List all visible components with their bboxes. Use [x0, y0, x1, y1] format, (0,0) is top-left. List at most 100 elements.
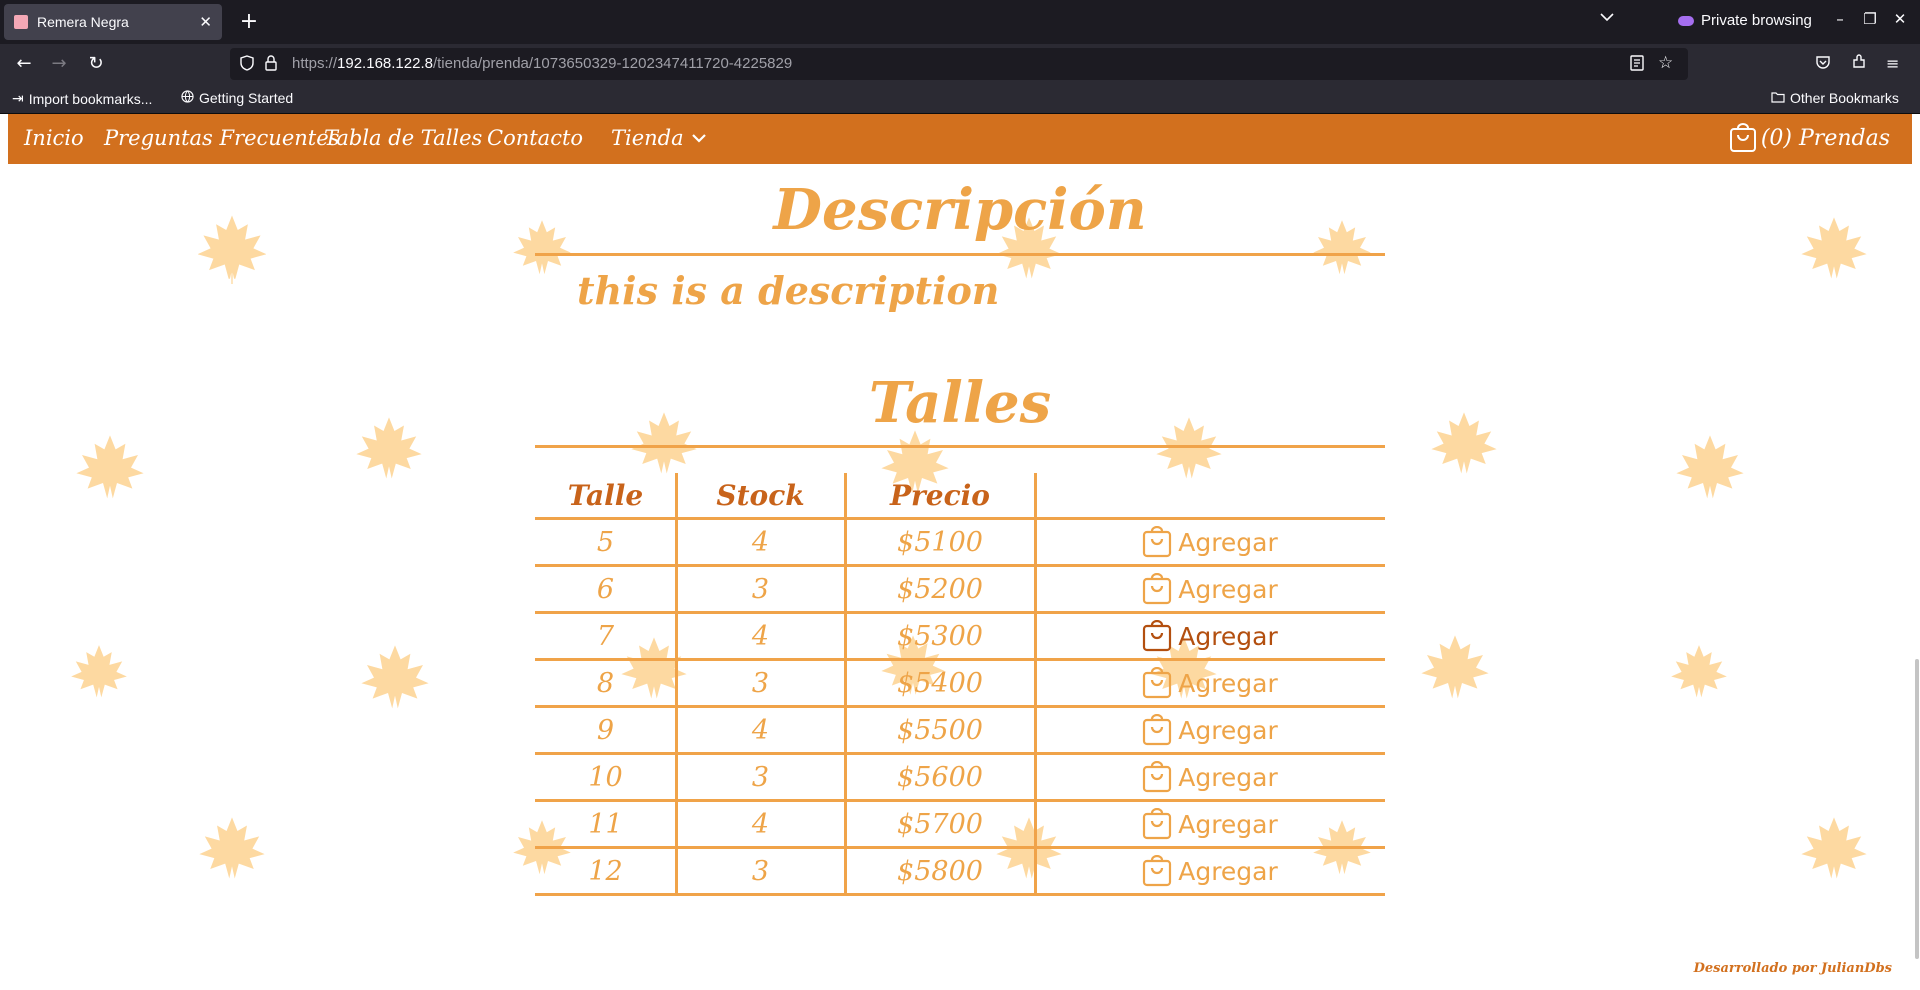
maple-leaf-icon [76, 435, 144, 504]
agregar-label: Agregar [1178, 574, 1278, 604]
action-cell: Agregar [1035, 708, 1385, 752]
browser-tab-bar: Remera Negra ✕ + Private browsing – ❐ ✕ [0, 0, 1920, 44]
nav-tienda-dropdown[interactable]: Tienda [611, 126, 706, 150]
chevron-down-icon [691, 134, 706, 143]
lock-icon[interactable] [264, 55, 278, 75]
browser-tab[interactable]: Remera Negra ✕ [4, 4, 222, 40]
table-row: 10 3 $5600 Agregar [535, 755, 1385, 802]
import-bookmarks-link[interactable]: ⇥ Import bookmarks... [12, 90, 152, 107]
maple-leaf-icon [361, 645, 429, 714]
agregar-label: Agregar [1178, 621, 1278, 651]
talle-cell: 11 [588, 808, 623, 840]
stock-cell: 3 [751, 667, 770, 699]
agregar-button[interactable]: Agregar [1142, 808, 1278, 840]
table-row: 6 3 $5200 Agregar [535, 567, 1385, 614]
import-bookmarks-label: Import bookmarks... [28, 90, 153, 107]
url-host: 192.168.122.8 [337, 55, 433, 72]
nav-tabla-talles-link[interactable]: Tabla de Talles [324, 126, 482, 150]
reader-view-icon[interactable] [1630, 55, 1644, 75]
shopping-bag-icon [1142, 620, 1172, 652]
agregar-button[interactable]: Agregar [1142, 620, 1278, 652]
table-header-row: Talle Stock Precio [535, 473, 1385, 520]
agregar-button[interactable]: Agregar [1142, 855, 1278, 887]
precio-cell: $5700 [897, 808, 983, 840]
action-cell: Agregar [1035, 520, 1385, 564]
talle-cell: 6 [596, 573, 615, 605]
cart-link[interactable]: (0) Prendas [1729, 123, 1890, 153]
column-header-talle: Talle [567, 478, 644, 512]
url-path: /tienda/prenda/1073650329-1202347411720-… [432, 55, 793, 72]
precio-cell: $5100 [897, 526, 983, 558]
page-scrollbar[interactable] [1912, 114, 1920, 990]
description-divider [535, 253, 1385, 256]
menu-icon[interactable]: ≡ [1886, 54, 1899, 73]
maple-leaf-icon [1676, 435, 1744, 504]
scrollbar-thumb[interactable] [1915, 659, 1919, 959]
nav-contacto-link[interactable]: Contacto [487, 126, 583, 150]
private-browsing-indicator: Private browsing [1678, 12, 1812, 29]
getting-started-link[interactable]: Getting Started [181, 90, 293, 106]
talles-heading: Talles [868, 370, 1052, 436]
import-icon: ⇥ [12, 90, 24, 106]
shopping-bag-icon [1142, 714, 1172, 746]
talle-cell: 12 [588, 855, 623, 887]
bookmark-star-icon[interactable]: ☆ [1658, 53, 1673, 73]
favicon-icon [14, 15, 28, 29]
precio-cell: $5200 [897, 573, 983, 605]
stock-cell: 4 [751, 620, 770, 652]
nav-tienda-label: Tienda [611, 126, 684, 150]
precio-cell: $5400 [897, 667, 983, 699]
cart-label: (0) Prendas [1760, 125, 1890, 151]
maple-leaf-icon [199, 817, 265, 884]
list-tabs-icon[interactable] [1600, 10, 1614, 26]
shield-icon[interactable] [240, 55, 254, 75]
stock-cell: 3 [751, 573, 770, 605]
globe-icon [181, 90, 194, 106]
precio-cell: $5300 [897, 620, 983, 652]
nav-preguntas-link[interactable]: Preguntas Frecuentes [104, 126, 339, 150]
description-heading: Descripción [773, 177, 1147, 243]
maple-leaf-icon [198, 216, 266, 285]
stock-cell: 4 [751, 714, 770, 746]
talle-cell: 7 [596, 620, 615, 652]
other-bookmarks-label: Other Bookmarks [1790, 90, 1899, 106]
private-mask-icon [1678, 15, 1694, 26]
stock-cell: 3 [751, 855, 770, 887]
extensions-icon[interactable] [1851, 54, 1867, 74]
agregar-button[interactable]: Agregar [1142, 714, 1278, 746]
browser-toolbar: ← → ↻ https://192.168.122.8/tienda/prend… [0, 44, 1920, 84]
agregar-button[interactable]: Agregar [1142, 667, 1278, 699]
reload-icon[interactable]: ↻ [82, 52, 110, 76]
maple-leaf-icon [1421, 635, 1489, 704]
precio-cell: $5600 [897, 761, 983, 793]
maple-leaf-icon [71, 645, 127, 702]
close-window-icon[interactable]: ✕ [1888, 10, 1912, 28]
agregar-button[interactable]: Agregar [1142, 761, 1278, 793]
talle-cell: 9 [596, 714, 615, 746]
minimize-icon[interactable]: – [1828, 10, 1852, 28]
back-icon[interactable]: ← [10, 52, 38, 76]
agregar-label: Agregar [1178, 762, 1278, 792]
maple-leaf-icon [1431, 412, 1497, 479]
action-cell: Agregar [1035, 849, 1385, 893]
other-bookmarks-link[interactable]: Other Bookmarks [1771, 90, 1899, 106]
action-cell: Agregar [1035, 614, 1385, 658]
getting-started-label: Getting Started [199, 90, 294, 106]
agregar-button[interactable]: Agregar [1142, 573, 1278, 605]
pocket-icon[interactable] [1815, 54, 1831, 74]
new-tab-icon[interactable]: + [235, 8, 263, 36]
agregar-label: Agregar [1178, 527, 1278, 557]
shopping-bag-icon [1142, 526, 1172, 558]
forward-icon[interactable]: → [45, 52, 73, 76]
close-tab-icon[interactable]: ✕ [199, 13, 212, 31]
nav-inicio-link[interactable]: Inicio [24, 126, 84, 150]
shopping-bag-icon [1142, 761, 1172, 793]
agregar-button[interactable]: Agregar [1142, 526, 1278, 558]
talle-cell: 5 [596, 526, 615, 558]
table-row: 11 4 $5700 Agregar [535, 802, 1385, 849]
bookmarks-toolbar: ⇥ Import bookmarks... Getting Started Ot… [0, 84, 1920, 114]
restore-icon[interactable]: ❐ [1858, 10, 1882, 28]
folder-icon [1771, 90, 1785, 106]
url-text[interactable]: https://192.168.122.8/tienda/prenda/1073… [292, 55, 792, 72]
url-bar[interactable]: https://192.168.122.8/tienda/prenda/1073… [230, 48, 1688, 80]
